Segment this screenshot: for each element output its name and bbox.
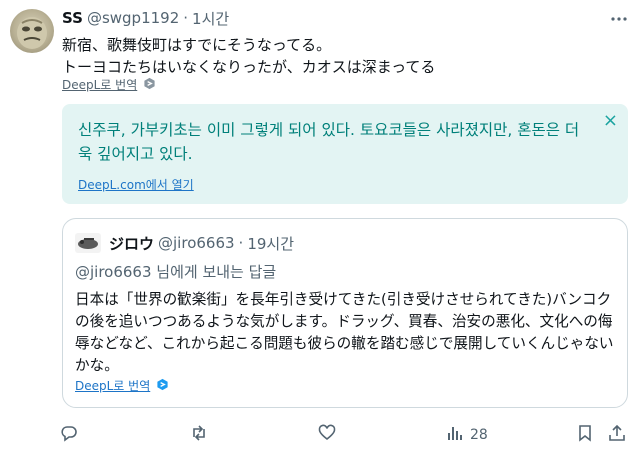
quote-body: 日本は「世界の歓楽街」を長年引き受けてきた(引き受けさせられてきた)バンコクの後… [75,291,614,374]
bookmark-icon [576,424,594,446]
quote-time[interactable]: 19시간 [247,233,294,254]
reply-button[interactable] [60,424,78,446]
quoted-tweet[interactable]: ジロウ @jiro6663 · 19시간 @jiro6663 님에게 보내는 답… [62,218,628,408]
retweet-icon [190,424,208,446]
translation-text: 신주쿠, 가부키초는 이미 그렇게 되어 있다. 토요코들은 사라졌지만, 혼돈… [78,121,580,163]
quote-translate-link[interactable]: DeepL로 번역 [75,377,150,394]
share-button[interactable] [608,424,626,446]
tweet-line: トーヨコたちはいなくなりったが、カオスは深まってる [62,58,436,76]
avatar[interactable] [10,9,54,53]
translate-link[interactable]: DeepL로 번역 [62,76,137,93]
views-button[interactable]: 28 [446,424,488,446]
tweet-text: 新宿、歌舞伎町はすでにそうなってる。 トーヨコたちはいなくなりったが、カオスは深… [62,34,435,78]
like-button[interactable] [318,424,336,446]
translation-box: 신주쿠, 가부키초는 이미 그렇게 되어 있다. 토요코들은 사라졌지만, 혼돈… [62,104,628,204]
quote-author-name[interactable]: ジロウ [109,233,154,254]
translate-row: DeepL로 번역 [62,76,156,93]
bookmark-button[interactable] [576,424,594,446]
deepl-icon [156,378,169,394]
author-handle[interactable]: @swgp1192 [87,9,179,27]
quote-avatar[interactable] [75,233,101,253]
reply-to-label: @jiro6663 님에게 보내는 답글 [75,263,277,281]
tweet-line: 新宿、歌舞伎町はすでにそうなってる。 [62,36,332,54]
deepl-icon [143,77,156,93]
retweet-button[interactable] [190,424,208,446]
tweet-header: SS @swgp1192 · 1시간 [62,8,229,28]
more-icon[interactable] [610,10,628,28]
quote-header: ジロウ @jiro6663 · 19시간 [109,233,294,253]
separator-dot: · [183,9,189,27]
share-icon [608,424,626,446]
views-icon [446,424,464,446]
like-icon [318,424,336,446]
tweet-time[interactable]: 1시간 [192,8,229,29]
reply-icon [60,424,78,446]
quote-translate-row: DeepL로 번역 [75,377,169,394]
quote-author-handle[interactable]: @jiro6663 [158,234,235,252]
close-icon[interactable]: × [603,112,618,130]
action-bar: 28 [60,424,628,446]
deepl-open-link[interactable]: DeepL.com에서 열기 [78,176,194,193]
separator-dot: · [238,234,244,252]
author-name[interactable]: SS [62,9,83,27]
views-count: 28 [470,427,488,443]
